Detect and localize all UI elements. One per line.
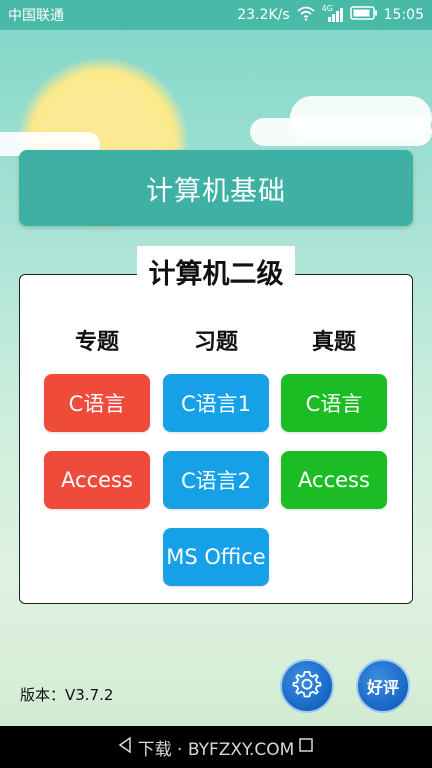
- exam-c-language-button[interactable]: C语言: [281, 374, 387, 432]
- gear-icon: [292, 669, 322, 703]
- topic-c-language-button[interactable]: C语言: [44, 374, 150, 432]
- rate-label: 好评: [366, 678, 399, 697]
- column-heading-topics: 专题: [74, 330, 119, 355]
- clock: 15:05: [383, 7, 424, 23]
- wifi-icon: [296, 5, 316, 25]
- signal-icon: 4G: [322, 4, 344, 23]
- status-bar: 中国联通 23.2K/s 4G 15:05: [0, 0, 432, 30]
- header-title-button[interactable]: 计算机基础: [19, 150, 413, 226]
- version-label: 版本：V3.7.2: [20, 686, 114, 704]
- exam-access-button[interactable]: Access: [281, 451, 387, 509]
- carrier-name: 中国联通: [8, 8, 64, 24]
- column-heading-exercises: 习题: [193, 330, 238, 355]
- rate-button[interactable]: 好评: [356, 659, 410, 713]
- exercise-c-language-2-button[interactable]: C语言2: [163, 451, 269, 509]
- settings-button[interactable]: [280, 659, 334, 713]
- column-heading-past-exams: 真题: [311, 330, 356, 355]
- battery-icon: [349, 6, 378, 24]
- exercise-c-language-1-button[interactable]: C语言1: [163, 374, 269, 432]
- back-icon[interactable]: [118, 736, 132, 758]
- recents-icon[interactable]: [298, 737, 314, 758]
- status-right: 23.2K/s 4G 15:05: [237, 4, 424, 25]
- topic-access-button[interactable]: Access: [44, 451, 150, 509]
- cloud-decoration: [250, 118, 432, 146]
- exercise-ms-office-button[interactable]: MS Office: [163, 528, 269, 586]
- navigation-bar: 下载 · BYFZXY.COM: [0, 726, 432, 768]
- watermark-text: 下载 · BYFZXY.COM: [137, 739, 295, 760]
- net-speed: 23.2K/s: [237, 7, 290, 23]
- panel-title: 计算机二级: [137, 246, 295, 296]
